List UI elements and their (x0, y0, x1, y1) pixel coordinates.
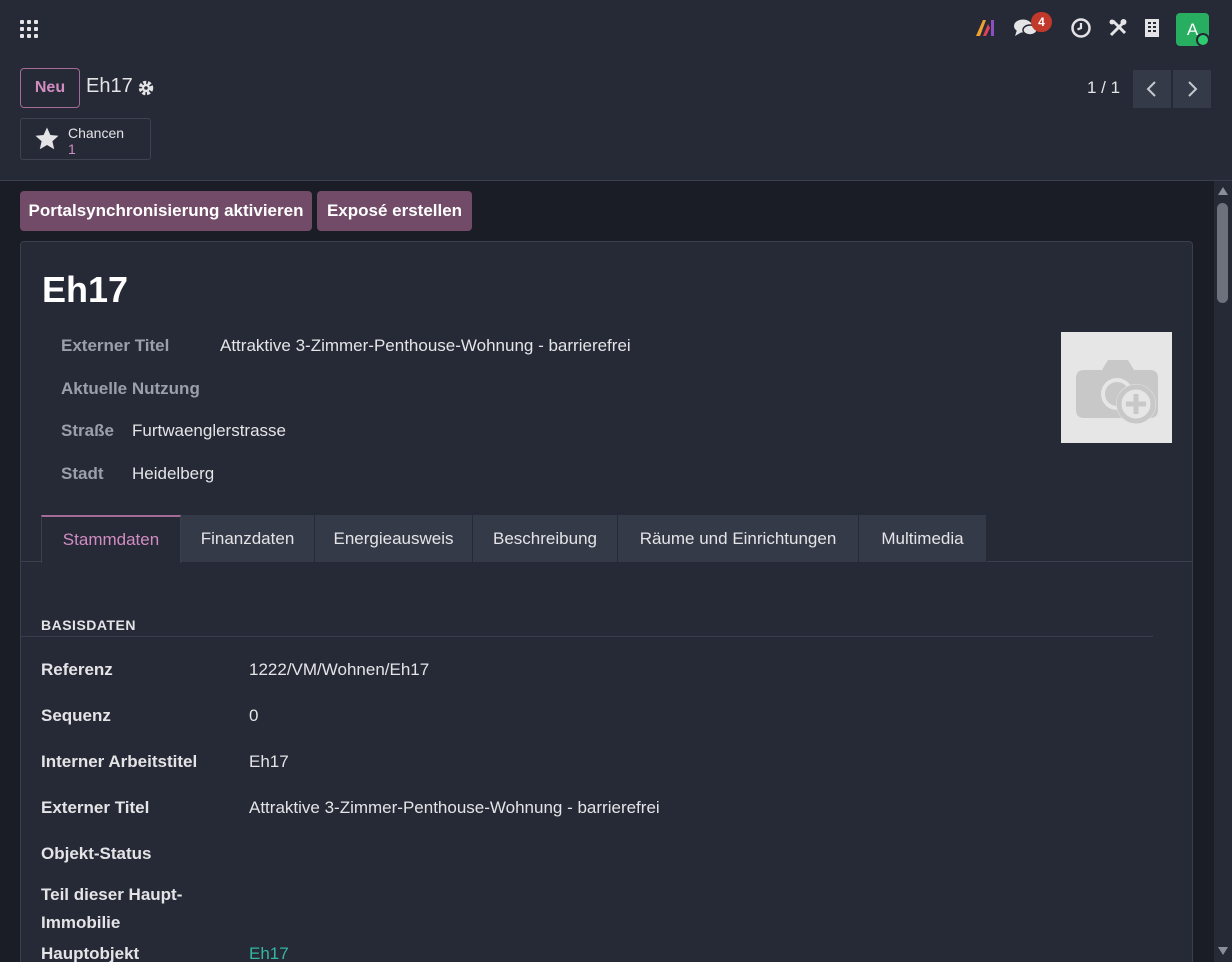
add-photo-placeholder[interactable] (1061, 332, 1172, 443)
field-value-external-title[interactable]: Attraktive 3-Zimmer-Penthouse-Wohnung - … (220, 336, 631, 356)
top-navbar: 4 A (0, 0, 1232, 56)
breadcrumb-record-name: Eh17 (86, 75, 133, 97)
tab-stammdaten[interactable]: Stammdaten (41, 515, 181, 563)
new-button[interactable]: Neu (20, 68, 80, 108)
tab-finanzdaten[interactable]: Finanzdaten (181, 515, 315, 562)
scroll-up-arrow-icon[interactable] (1218, 187, 1228, 195)
label-sequenz: Sequenz (41, 706, 111, 725)
create-expose-button[interactable]: Exposé erstellen (317, 191, 472, 231)
chevron-left-icon (1146, 81, 1156, 97)
tab-energieausweis[interactable]: Energieausweis (315, 515, 473, 562)
gear-icon[interactable] (137, 79, 155, 97)
field-value-street[interactable]: Furtwaenglerstrasse (132, 421, 286, 441)
label-teil-dieser-haupt-immobilie: Teil dieser Haupt-Immobilie (41, 885, 183, 932)
section-title-basisdaten: BASISDATEN (41, 617, 136, 633)
tools-icon[interactable] (1105, 14, 1131, 42)
apps-grid-icon[interactable] (20, 20, 38, 38)
scroll-down-arrow-icon[interactable] (1218, 947, 1228, 955)
control-panel: Neu Eh17 1 / 1 Chancen 1 (0, 56, 1232, 181)
field-label-street: Straße (61, 421, 114, 440)
label-referenz: Referenz (41, 660, 113, 679)
building-icon[interactable] (1139, 14, 1165, 42)
pager-next-button[interactable] (1173, 70, 1211, 108)
messages-count-badge: 4 (1031, 12, 1052, 32)
value-interner-arbeitstitel[interactable]: Eh17 (249, 748, 289, 776)
value-hauptobjekt-link[interactable]: Eh17 (249, 940, 289, 962)
value-externer-titel[interactable]: Attraktive 3-Zimmer-Penthouse-Wohnung - … (249, 794, 660, 822)
ai-logo-icon[interactable] (973, 14, 999, 42)
field-value-city[interactable]: Heidelberg (132, 464, 214, 484)
chevron-right-icon (1188, 81, 1198, 97)
star-icon (34, 126, 60, 152)
pager-value[interactable]: 1 / 1 (1087, 78, 1120, 98)
section-divider (21, 636, 1153, 637)
notebook-tabs: Stammdaten Finanzdaten Energieausweis Be… (21, 515, 1192, 563)
label-objekt-status: Objekt-Status (41, 844, 152, 863)
smart-button-value: 1 (68, 141, 76, 157)
tab-raeume-und-einrichtungen[interactable]: Räume und Einrichtungen (618, 515, 859, 562)
field-label-city: Stadt (61, 464, 104, 483)
label-hauptobjekt: Hauptobjekt (41, 944, 140, 962)
record-title[interactable]: Eh17 (42, 269, 128, 311)
label-externer-titel: Externer Titel (41, 798, 150, 817)
clock-icon[interactable] (1068, 14, 1094, 42)
portal-sync-button[interactable]: Portalsynchronisierung aktivieren (20, 191, 312, 231)
value-referenz[interactable]: 1222/VM/Wohnen/Eh17 (249, 656, 429, 684)
label-interner-arbeitstitel: Interner Arbeitstitel (41, 752, 198, 771)
tab-multimedia[interactable]: Multimedia (859, 515, 987, 562)
scrollbar-thumb[interactable] (1217, 203, 1228, 303)
vertical-scrollbar[interactable] (1214, 181, 1232, 962)
field-label-current-use: Aktuelle Nutzung (61, 379, 200, 398)
value-sequenz[interactable]: 0 (249, 702, 258, 730)
pager-previous-button[interactable] (1133, 70, 1171, 108)
smart-button-label: Chancen (68, 125, 125, 141)
form-sheet: Eh17 Externer Titel Attraktive 3-Zimmer-… (20, 241, 1193, 962)
form-view: Portalsynchronisierung aktivieren Exposé… (0, 181, 1214, 962)
online-status-icon (1196, 33, 1210, 47)
field-label-external-title: Externer Titel (61, 336, 170, 355)
camera-add-icon (1075, 359, 1158, 424)
opportunities-smart-button[interactable]: Chancen 1 (20, 118, 151, 160)
tab-beschreibung[interactable]: Beschreibung (473, 515, 618, 562)
